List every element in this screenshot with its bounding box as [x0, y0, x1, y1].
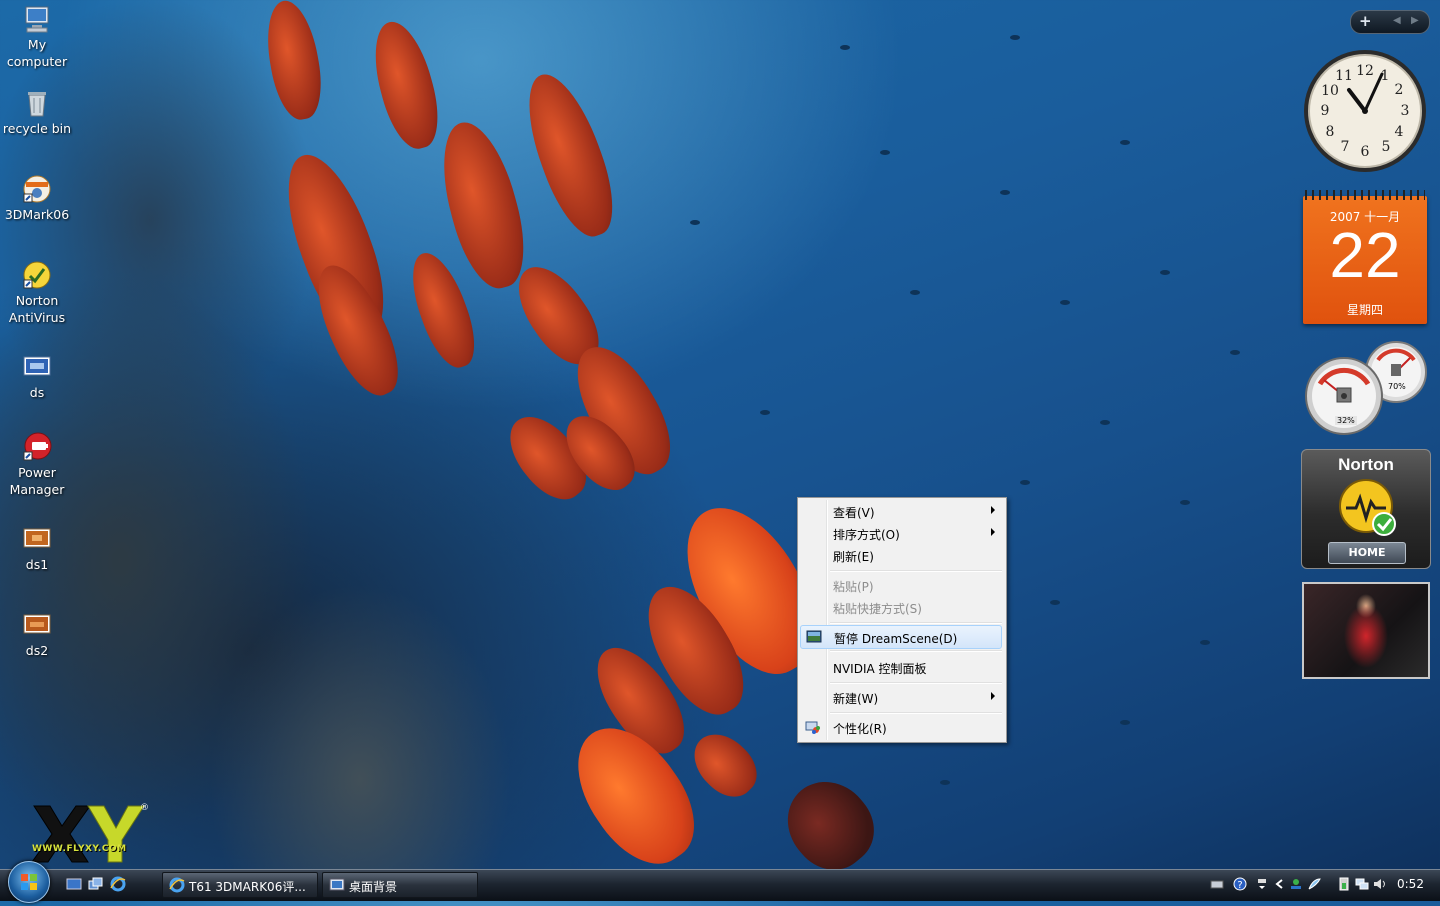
desktop-icon-label: ds: [29, 385, 45, 400]
internet-explorer-icon[interactable]: [110, 876, 126, 892]
menu-separator: [830, 650, 1002, 652]
submenu-arrow-icon: [991, 506, 995, 514]
show-desktop-icon[interactable]: [66, 876, 82, 892]
image-file-icon: [22, 524, 52, 554]
cpu-usage-value: 32%: [1335, 416, 1357, 425]
calendar-gadget[interactable]: 2007 十一月 22 星期四: [1303, 190, 1427, 324]
desktop-icon-my-computer[interactable]: My computer: [0, 4, 74, 70]
submenu-arrow-icon: [991, 692, 995, 700]
svg-text:?: ?: [1237, 880, 1242, 891]
desktop-context-menu: 查看(V) 排序方式(O) 刷新(E) 粘贴(P) 粘贴快捷方式(S) 暂停 D…: [797, 497, 1007, 743]
clock-gadget[interactable]: 12 1 2 345 678 9 10 11: [1302, 48, 1428, 174]
menu-separator: [830, 682, 1002, 684]
desktop-icon-label: ds1: [25, 557, 49, 572]
norton-gadget[interactable]: Norton HOME: [1301, 449, 1431, 569]
desktop-icon-norton-antivirus[interactable]: Norton AntiVirus: [0, 260, 74, 326]
help-icon[interactable]: ?: [1233, 876, 1247, 891]
svg-text:2: 2: [1395, 82, 1404, 98]
watermark-url: WWW.FLYXY.COM: [32, 844, 127, 854]
switch-windows-icon[interactable]: [88, 876, 104, 892]
menu-item-sort-by[interactable]: 排序方式(O): [800, 522, 1002, 544]
battery-icon[interactable]: [1337, 876, 1351, 891]
calendar-day: 22: [1329, 219, 1401, 291]
menu-item-nvidia-control-panel[interactable]: NVIDIA 控制面板: [800, 656, 1002, 678]
svg-text:4: 4: [1395, 124, 1404, 140]
network-tray-icon[interactable]: [1289, 876, 1303, 890]
svg-text:®: ®: [140, 803, 149, 813]
svg-text:12: 12: [1356, 63, 1374, 79]
previous-page-icon[interactable]: ◀: [1393, 15, 1401, 26]
menu-item-refresh[interactable]: 刷新(E): [800, 544, 1002, 566]
desktop-icon-label: ds2: [25, 643, 49, 658]
feather-tray-icon[interactable]: [1307, 876, 1321, 890]
control-panel-icon: [329, 877, 345, 893]
svg-text:9: 9: [1321, 103, 1330, 119]
desktop-icon-label: Power Manager: [9, 465, 65, 497]
menu-item-paste-shortcut: 粘贴快捷方式(S): [833, 602, 922, 616]
svg-text:5: 5: [1382, 139, 1391, 155]
ie-icon: [169, 877, 185, 893]
menu-item-pause-dreamscene[interactable]: 暂停 DreamScene(D): [800, 625, 1002, 649]
taskbar-clock[interactable]: 0:52: [1397, 877, 1424, 891]
language-bar-icon[interactable]: [1255, 876, 1269, 890]
recycle-bin-icon: [22, 88, 52, 118]
desktop-icon-ds1[interactable]: ds1: [0, 524, 74, 573]
desktop-icon-3dmark06[interactable]: 3DMark06: [0, 174, 74, 223]
calendar-weekday: 星期四: [1346, 303, 1383, 317]
desktop-icon-label: 3DMark06: [4, 207, 70, 222]
keyboard-icon[interactable]: [1210, 876, 1224, 890]
norton-status-icon: [1338, 478, 1398, 538]
menu-separator: [830, 570, 1002, 572]
desktop-icon-ds2[interactable]: ds2: [0, 610, 74, 659]
calendar-binding: [1305, 190, 1425, 200]
power-manager-icon: [22, 432, 52, 462]
volume-icon[interactable]: [1373, 876, 1387, 890]
network-connection-icon[interactable]: [1355, 876, 1369, 890]
image-file-icon: [22, 352, 52, 382]
dreamscene-icon: [806, 629, 822, 645]
menu-item-personalize[interactable]: 个性化(R): [800, 716, 1002, 738]
memory-usage-value: 70%: [1388, 382, 1406, 391]
menu-item-paste: 粘贴(P): [833, 580, 874, 594]
show-hidden-icons[interactable]: [1273, 876, 1287, 890]
svg-text:7: 7: [1341, 139, 1350, 155]
xy-watermark-logo: ® WWW.FLYXY.COM: [28, 798, 158, 866]
image-file-icon: [22, 610, 52, 640]
desktop-icon-ds[interactable]: ds: [0, 352, 74, 401]
menu-separator: [830, 622, 1002, 624]
desktop-icon-label: My computer: [6, 37, 68, 69]
svg-text:10: 10: [1321, 83, 1339, 99]
svg-text:3: 3: [1401, 103, 1410, 119]
svg-text:8: 8: [1326, 124, 1335, 140]
cpu-meter-gadget[interactable]: 32% 70%: [1302, 340, 1428, 436]
personalize-icon: [805, 719, 821, 735]
menu-separator: [830, 712, 1002, 714]
menu-item-view[interactable]: 查看(V): [800, 500, 1002, 522]
submenu-arrow-icon: [991, 528, 995, 536]
taskbar-window-desktop-background[interactable]: 桌面背景: [322, 872, 478, 898]
add-gadget-icon[interactable]: +: [1359, 12, 1372, 30]
slideshow-gadget[interactable]: [1302, 582, 1430, 679]
norton-brand: Norton: [1338, 455, 1394, 474]
start-button[interactable]: [8, 861, 50, 903]
norton-home-button[interactable]: HOME: [1328, 542, 1406, 564]
svg-text:11: 11: [1335, 68, 1353, 84]
taskbar-window-ie[interactable]: T61 3DMARK06评...: [162, 872, 318, 898]
windows-logo-icon: [21, 874, 37, 890]
next-page-icon[interactable]: ▶: [1411, 15, 1419, 26]
desktop-icon-label: Norton AntiVirus: [8, 293, 66, 325]
svg-text:6: 6: [1361, 144, 1370, 160]
desktop-icon-power-manager[interactable]: Power Manager: [0, 432, 74, 498]
menu-item-new[interactable]: 新建(W): [800, 686, 1002, 708]
computer-icon: [22, 4, 52, 34]
desktop-icon-recycle-bin[interactable]: recycle bin: [0, 88, 74, 137]
norton-icon: [22, 260, 52, 290]
3dmark-icon: [22, 174, 52, 204]
sidebar-gadget-controls: + ◀ ▶: [1350, 10, 1430, 34]
desktop-icon-label: recycle bin: [2, 121, 72, 136]
